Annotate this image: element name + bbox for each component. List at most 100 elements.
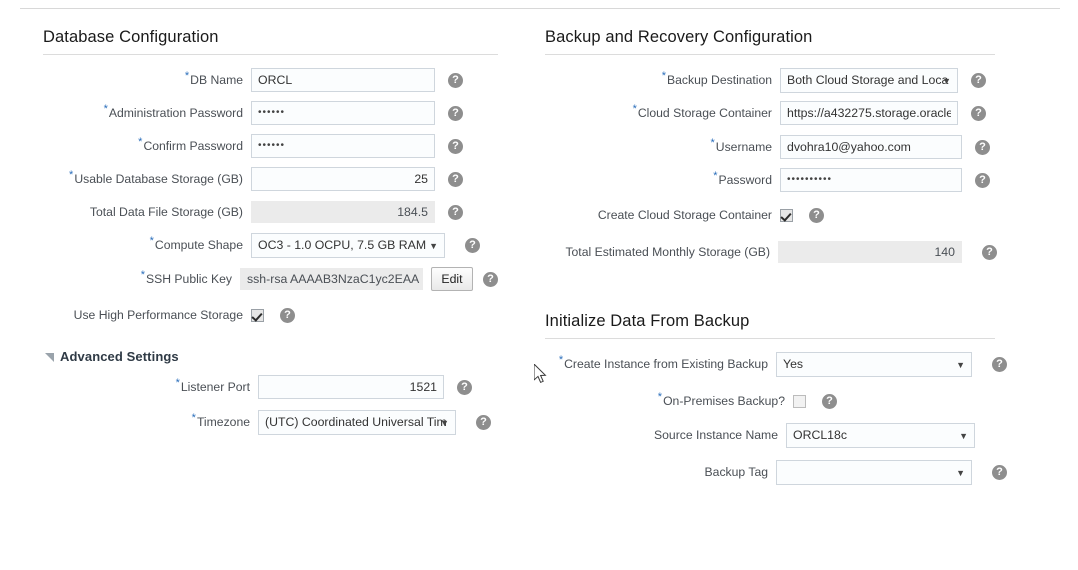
field-row-ssh-public-key: *SSH Public Key ssh-rsa AAAAB3NzaC1yc2EA… bbox=[43, 267, 498, 291]
help-icon-password[interactable]: ? bbox=[975, 172, 990, 188]
backup-destination-select[interactable]: Both Cloud Storage and Loca ▼ bbox=[780, 67, 958, 93]
administration-password-input[interactable]: •••••• bbox=[251, 101, 435, 125]
backup-and-recovery-configuration-panel: Backup and Recovery Configuration *Backu… bbox=[545, 28, 997, 273]
chevron-down-icon: ▼ bbox=[956, 467, 965, 478]
required-asterisk-icon: * bbox=[558, 354, 564, 367]
initialize-data-from-backup-title: Initialize Data From Backup bbox=[545, 312, 750, 330]
username-input[interactable] bbox=[780, 135, 962, 159]
label-compute-shape: *Compute Shape bbox=[149, 235, 243, 253]
field-row-cloud-storage-container: *Cloud Storage Container ? bbox=[545, 101, 997, 125]
required-asterisk-icon: * bbox=[140, 269, 145, 282]
help-icon-timezone[interactable]: ? bbox=[476, 414, 491, 430]
help-icon-cloud-storage-container[interactable]: ? bbox=[971, 105, 986, 121]
required-asterisk-icon: * bbox=[710, 137, 715, 150]
backup-destination-value: Both Cloud Storage and Loca bbox=[787, 72, 949, 87]
chevron-down-icon: ▼ bbox=[429, 240, 438, 251]
database-configuration-title: Database Configuration bbox=[43, 28, 219, 46]
required-asterisk-icon: * bbox=[138, 136, 143, 149]
password-input[interactable]: •••••••••• bbox=[780, 168, 962, 192]
help-icon-on-premises-backup[interactable]: ? bbox=[822, 393, 837, 409]
field-row-on-premises-backup: *On-Premises Backup? ? bbox=[545, 389, 1007, 413]
label-total-data-file-storage: Total Data File Storage (GB) bbox=[89, 205, 243, 219]
help-icon-create-instance-from-existing-backup[interactable]: ? bbox=[992, 356, 1007, 372]
required-asterisk-icon: * bbox=[661, 70, 666, 83]
help-icon-backup-destination[interactable]: ? bbox=[971, 72, 986, 88]
help-icon-use-high-performance-storage[interactable]: ? bbox=[280, 307, 295, 323]
ssh-public-key-edit-button[interactable]: Edit bbox=[431, 267, 473, 291]
chevron-down-icon: ▼ bbox=[956, 359, 965, 370]
help-icon-administration-password[interactable]: ? bbox=[448, 105, 463, 121]
help-icon-username[interactable]: ? bbox=[975, 139, 990, 155]
help-icon-ssh-public-key[interactable]: ? bbox=[483, 271, 498, 287]
help-icon-confirm-password[interactable]: ? bbox=[448, 138, 463, 154]
timezone-value: (UTC) Coordinated Universal Tim bbox=[265, 414, 447, 429]
cloud-storage-container-input[interactable] bbox=[780, 101, 958, 125]
field-row-password: *Password •••••••••• ? bbox=[545, 168, 997, 192]
label-create-instance-from-existing-backup: *Create Instance from Existing Backup bbox=[558, 354, 768, 372]
help-icon-total-data-file-storage[interactable]: ? bbox=[448, 204, 463, 220]
label-on-premises-backup: *On-Premises Backup? bbox=[657, 391, 785, 409]
help-icon-listener-port[interactable]: ? bbox=[457, 379, 472, 395]
help-icon-create-cloud-storage-container[interactable]: ? bbox=[809, 207, 824, 223]
use-high-performance-storage-checkbox[interactable] bbox=[251, 308, 264, 322]
help-icon-usable-database-storage[interactable]: ? bbox=[448, 171, 463, 187]
advanced-settings-toggle[interactable]: Advanced Settings bbox=[45, 349, 498, 364]
field-row-confirm-password: *Confirm Password •••••• ? bbox=[43, 134, 498, 158]
chevron-down-icon: ▼ bbox=[959, 430, 968, 441]
backup-and-recovery-configuration-title: Backup and Recovery Configuration bbox=[545, 28, 813, 46]
label-use-high-performance-storage: Use High Performance Storage bbox=[73, 308, 243, 322]
label-confirm-password: *Confirm Password bbox=[138, 136, 243, 154]
field-row-use-high-performance-storage: Use High Performance Storage ? bbox=[43, 303, 498, 327]
source-instance-name-select[interactable]: ORCL18c ▼ bbox=[786, 422, 975, 448]
usable-database-storage-input[interactable] bbox=[251, 167, 435, 191]
field-row-create-instance-from-existing-backup: *Create Instance from Existing Backup Ye… bbox=[545, 351, 1007, 377]
help-icon-total-estimated-monthly-storage[interactable]: ? bbox=[982, 244, 997, 260]
initialize-data-from-backup-panel: Initialize Data From Backup *Create Inst… bbox=[545, 312, 1007, 493]
listener-port-input[interactable] bbox=[258, 375, 444, 399]
label-backup-destination: *Backup Destination bbox=[661, 70, 772, 88]
disclosure-triangle-icon bbox=[45, 353, 54, 362]
field-row-username: *Username ? bbox=[545, 135, 997, 159]
field-row-usable-database-storage: *Usable Database Storage (GB) ? bbox=[43, 167, 498, 191]
compute-shape-select[interactable]: OC3 - 1.0 OCPU, 7.5 GB RAM ▼ bbox=[251, 232, 445, 258]
section-divider bbox=[43, 54, 498, 55]
label-timezone: *Timezone bbox=[191, 412, 250, 430]
ssh-public-key-value: ssh-rsa AAAAB3NzaC1yc2EAA bbox=[240, 268, 423, 290]
field-row-listener-port: *Listener Port ? bbox=[43, 375, 498, 399]
label-backup-tag: Backup Tag bbox=[704, 465, 768, 479]
top-divider bbox=[20, 8, 1060, 9]
field-row-backup-tag: Backup Tag ▼ ? bbox=[545, 459, 1007, 485]
label-source-instance-name: Source Instance Name bbox=[654, 428, 778, 442]
label-administration-password: *Administration Password bbox=[103, 103, 243, 121]
field-row-source-instance-name: Source Instance Name ORCL18c ▼ bbox=[545, 422, 1007, 448]
label-username: *Username bbox=[710, 137, 773, 155]
label-listener-port: *Listener Port bbox=[175, 377, 250, 395]
field-row-db-name: *DB Name ? bbox=[43, 68, 498, 92]
label-cloud-storage-container: *Cloud Storage Container bbox=[632, 103, 772, 121]
database-configuration-panel: Database Configuration *DB Name ? *Admin… bbox=[43, 28, 498, 443]
label-total-estimated-monthly-storage: Total Estimated Monthly Storage (GB) bbox=[565, 245, 770, 259]
page-root: Database Configuration *DB Name ? *Admin… bbox=[0, 0, 1078, 570]
help-icon-backup-tag[interactable]: ? bbox=[992, 464, 1007, 480]
field-row-timezone: *Timezone (UTC) Coordinated Universal Ti… bbox=[43, 409, 498, 435]
field-row-backup-destination: *Backup Destination Both Cloud Storage a… bbox=[545, 67, 997, 93]
field-row-compute-shape: *Compute Shape OC3 - 1.0 OCPU, 7.5 GB RA… bbox=[43, 232, 498, 258]
db-name-input[interactable] bbox=[251, 68, 435, 92]
required-asterisk-icon: * bbox=[632, 103, 637, 116]
timezone-select[interactable]: (UTC) Coordinated Universal Tim ▼ bbox=[258, 409, 456, 435]
source-instance-name-value: ORCL18c bbox=[793, 427, 847, 442]
on-premises-backup-checkbox[interactable] bbox=[793, 394, 806, 408]
help-icon-compute-shape[interactable]: ? bbox=[465, 237, 480, 253]
required-asterisk-icon: * bbox=[184, 70, 190, 83]
backup-tag-select[interactable]: ▼ bbox=[776, 459, 972, 485]
field-row-total-estimated-monthly-storage: Total Estimated Monthly Storage (GB) 140… bbox=[545, 240, 997, 264]
create-cloud-storage-container-checkbox[interactable] bbox=[780, 208, 793, 222]
section-divider bbox=[545, 54, 995, 55]
label-db-name: *DB Name bbox=[184, 70, 243, 88]
help-icon-db-name[interactable]: ? bbox=[448, 72, 463, 88]
confirm-password-input[interactable]: •••••• bbox=[251, 134, 435, 158]
create-instance-from-existing-backup-select[interactable]: Yes ▼ bbox=[776, 351, 972, 377]
total-data-file-storage-value: 184.5 bbox=[251, 201, 435, 223]
required-asterisk-icon: * bbox=[69, 169, 74, 182]
required-asterisk-icon: * bbox=[657, 391, 663, 404]
